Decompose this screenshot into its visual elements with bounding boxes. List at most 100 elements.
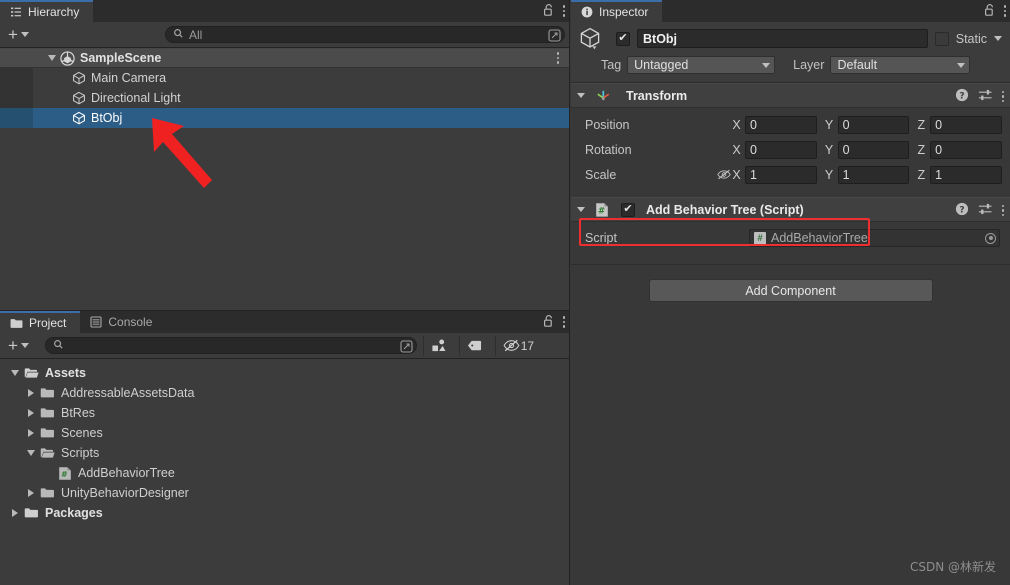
project-row-label: Scenes (61, 426, 103, 440)
project-row-label: Packages (45, 506, 103, 520)
preset-settings-icon[interactable] (978, 202, 993, 219)
add-component-section: Add Component (571, 264, 1010, 302)
folder-icon (40, 407, 55, 419)
object-name-input[interactable]: BtObj (637, 29, 928, 48)
script-component-body: Script # AddBehaviorTree (571, 222, 1010, 256)
kebab-menu-icon[interactable] (1003, 5, 1006, 17)
rotation-z-input[interactable]: 0 (930, 140, 1002, 159)
hierarchy-row-samplescene[interactable]: SampleScene (0, 48, 569, 68)
transform-position-row: Position X 0 Y 0 Z 0 (571, 112, 1010, 137)
project-row-scenes[interactable]: Scenes (0, 423, 569, 443)
help-circle-icon[interactable]: ? (955, 202, 969, 219)
object-enabled-checkbox[interactable]: ✔ (616, 31, 630, 46)
hidden-assets-count[interactable]: 17 (494, 335, 541, 356)
kebab-menu-icon[interactable] (1001, 90, 1004, 103)
svg-text:?: ? (959, 205, 964, 215)
tag-dropdown[interactable]: Untagged (627, 56, 776, 74)
hierarchy-search-input[interactable]: All (164, 26, 565, 46)
script-object-field[interactable]: # AddBehaviorTree (749, 229, 1000, 247)
inspector-tabbar: Inspector (571, 0, 1010, 22)
tab-project[interactable]: Project (0, 311, 81, 333)
tab-console[interactable]: Console (80, 311, 167, 333)
plus-icon: + (8, 335, 18, 355)
project-row-btres[interactable]: BtRes (0, 403, 569, 423)
foldout-expanded-icon[interactable] (6, 370, 24, 376)
label-tag-icon[interactable] (458, 335, 489, 356)
inspector-tabbar-actions (984, 0, 1006, 22)
tab-hierarchy[interactable]: Hierarchy (0, 0, 94, 22)
script-enabled-checkbox[interactable]: ✔ (621, 202, 635, 217)
kebab-menu-icon[interactable] (562, 5, 565, 17)
lock-open-icon[interactable] (984, 3, 996, 20)
foldout-expanded-icon[interactable] (577, 93, 585, 98)
transform-component-header[interactable]: Transform ? (571, 83, 1010, 108)
project-row-addbehaviortree[interactable]: # AddBehaviorTree (0, 463, 569, 483)
foldout-collapsed-icon[interactable] (22, 429, 40, 437)
create-asset-button[interactable]: + (4, 337, 33, 355)
tab-hierarchy-label: Hierarchy (28, 5, 80, 19)
help-circle-icon[interactable]: ? (955, 88, 969, 105)
project-row-addressableassetsdata[interactable]: AddressableAssetsData (0, 383, 569, 403)
asset-filter-icon[interactable] (422, 335, 453, 356)
kebab-menu-icon[interactable] (1001, 204, 1004, 217)
object-picker-icon[interactable] (985, 232, 996, 244)
project-row-unitybehaviordesigner[interactable]: UnityBehaviorDesigner (0, 483, 569, 503)
position-x-input[interactable]: 0 (745, 115, 817, 134)
foldout-collapsed-icon[interactable] (22, 409, 40, 417)
hierarchy-search-placeholder: All (188, 27, 203, 42)
project-row-scripts[interactable]: Scripts (0, 443, 569, 463)
axis-z-label: Z (917, 167, 926, 182)
foldout-expanded-icon[interactable] (577, 207, 585, 212)
gameobject-cube-icon (72, 111, 86, 125)
static-dropdown-chevron-icon[interactable] (994, 36, 1002, 41)
scale-z-input[interactable]: 1 (930, 165, 1002, 184)
add-component-button[interactable]: Add Component (648, 279, 933, 302)
hierarchy-row-directional-light[interactable]: Directional Light (0, 88, 569, 108)
constrain-proportions-off-icon[interactable] (716, 168, 732, 181)
position-z-input[interactable]: 0 (930, 115, 1002, 134)
hierarchy-tabbar-actions (543, 0, 565, 22)
hidden-count-label: 17 (520, 338, 535, 353)
preset-settings-icon[interactable] (978, 88, 993, 105)
scale-y-input[interactable]: 1 (837, 165, 910, 184)
script-component-header[interactable]: # ✔ Add Behavior Tree (Script) ? (571, 197, 1010, 222)
inspector-panel: Inspector ✔ BtObj Static Tag Untagged La… (571, 0, 1010, 585)
layer-dropdown[interactable]: Default (830, 56, 971, 74)
foldout-collapsed-icon[interactable] (22, 389, 40, 397)
foldout-collapsed-icon[interactable] (22, 489, 40, 497)
static-checkbox[interactable] (934, 31, 949, 46)
project-row-label: BtRes (61, 406, 96, 420)
scene-kebab-menu-icon[interactable] (556, 52, 559, 64)
scale-x-input[interactable]: 1 (745, 165, 817, 184)
kebab-menu-icon[interactable] (562, 316, 565, 328)
lock-open-icon[interactable] (543, 3, 555, 20)
foldout-expanded-icon[interactable] (22, 450, 40, 456)
script-component-title: Add Behavior Tree (Script) (646, 202, 804, 217)
console-icon (90, 316, 102, 328)
project-row-label: UnityBehaviorDesigner (61, 486, 189, 500)
position-y-input[interactable]: 0 (837, 115, 910, 134)
rotation-x-input[interactable]: 0 (745, 140, 817, 159)
transform-component-body: Position X 0 Y 0 Z 0 Rotation X 0 Y 0 Z … (571, 108, 1010, 193)
project-row-label: AddressableAssetsData (61, 386, 195, 400)
foldout-collapsed-icon[interactable] (6, 509, 24, 517)
lock-open-icon[interactable] (543, 314, 555, 331)
indent-guide (0, 88, 33, 108)
rotation-y-input[interactable]: 0 (837, 140, 910, 159)
search-expand-icon[interactable] (547, 28, 562, 46)
hierarchy-row-main-camera[interactable]: Main Camera (0, 68, 569, 88)
hierarchy-row-btobj[interactable]: BtObj (0, 108, 569, 128)
script-field-label: Script (585, 231, 617, 245)
axis-z-label: Z (917, 117, 926, 132)
project-row-packages[interactable]: Packages (0, 503, 569, 523)
chevron-down-icon (20, 32, 29, 37)
tab-inspector[interactable]: Inspector (571, 0, 663, 22)
create-object-button[interactable]: + (4, 26, 33, 44)
project-search-input[interactable] (44, 337, 417, 357)
folder-open-icon (40, 447, 55, 459)
svg-text:?: ? (959, 91, 964, 101)
project-tabbar-actions (543, 311, 565, 333)
search-expand-icon[interactable] (399, 339, 414, 357)
project-row-assets[interactable]: Assets (0, 363, 569, 383)
foldout-expanded-icon[interactable] (48, 55, 56, 61)
